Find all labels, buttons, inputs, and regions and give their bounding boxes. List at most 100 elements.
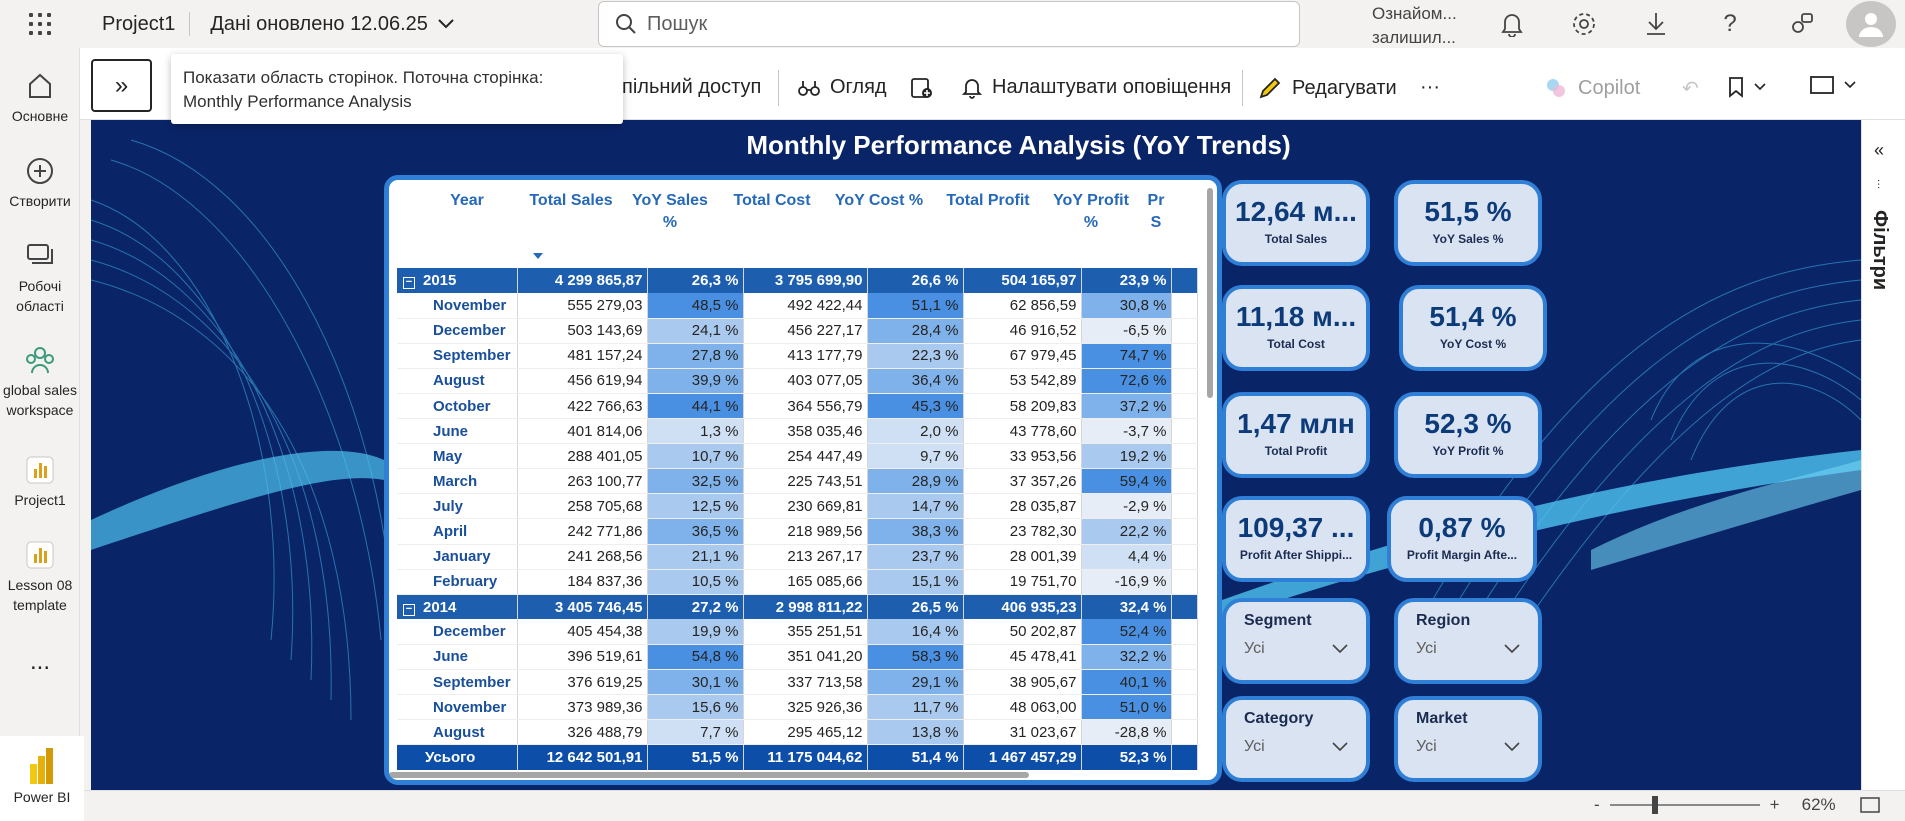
col-header-total-profit[interactable]: Total Profit xyxy=(931,190,1045,212)
chevron-down-icon xyxy=(1844,81,1856,89)
zoom-slider-thumb[interactable] xyxy=(1651,796,1658,814)
feedback-icon[interactable] xyxy=(1788,10,1816,38)
view-button[interactable] xyxy=(1810,76,1856,94)
year-row[interactable]: −2014 3 405 746,45 27,2 % 2 998 811,22 26,5 … xyxy=(397,594,1198,620)
search-input[interactable]: Пошук xyxy=(598,1,1300,47)
table-row[interactable]: September 376 619,25 30,1 % 337 713,58 29,1 … xyxy=(397,669,1198,696)
nav-workspaces[interactable]: Робочі області xyxy=(0,236,80,316)
download-icon[interactable] xyxy=(1642,10,1670,38)
table-cell: 48,5 % xyxy=(647,293,744,319)
table-cell-clipped xyxy=(1171,544,1198,570)
review-button[interactable]: Огляд xyxy=(798,76,887,99)
matrix-visual[interactable]: Year Total Sales YoY Sales % Total Cost … xyxy=(384,175,1222,785)
col-header-yoy-profit[interactable]: YoY Profit % xyxy=(1049,190,1133,234)
nav-global-sales-workspace[interactable]: global sales workspace xyxy=(0,340,80,420)
slicer-value: Усі xyxy=(1244,738,1265,755)
col-header-total-sales[interactable]: Total Sales xyxy=(517,190,625,212)
nav-home[interactable]: Основне xyxy=(0,66,80,126)
table-cell-clipped xyxy=(1171,569,1198,595)
edit-button[interactable]: Редагувати xyxy=(1258,76,1397,100)
slicer-dropdown[interactable]: Усі xyxy=(1244,738,1348,756)
slicer-dropdown[interactable]: Усі xyxy=(1416,738,1520,756)
col-header-profit-after-shipping[interactable]: Pr S xyxy=(1141,190,1171,234)
table-row[interactable]: January 241 268,56 21,1 % 213 267,17 23,7 % 2… xyxy=(397,544,1198,570)
share-button[interactable]: спільний доступ xyxy=(612,76,761,99)
help-icon[interactable]: ? xyxy=(1716,10,1744,38)
kpi-card-yoy-sales[interactable]: 51,5 % YoY Sales % xyxy=(1394,180,1542,266)
table-cell: -16,9 % xyxy=(1081,569,1172,595)
table-row[interactable]: December 405 454,38 19,9 % 355 251,51 16,4 %… xyxy=(397,619,1198,645)
app-name[interactable]: Project1 xyxy=(102,12,191,36)
subscribe-icon xyxy=(911,78,932,98)
slicer-category[interactable]: Category Усі xyxy=(1222,696,1370,782)
collapse-filters-icon[interactable]: « xyxy=(1874,140,1884,161)
table-row[interactable]: July 258 705,68 12,5 % 230 669,81 14,7 % 28 0… xyxy=(397,493,1198,520)
app-launcher-button[interactable] xyxy=(0,0,80,48)
nav-project1[interactable]: Project1 xyxy=(0,450,80,510)
table-row[interactable]: December 503 143,69 24,1 % 456 227,17 28,4 %… xyxy=(397,318,1198,344)
horizontal-scrollbar[interactable] xyxy=(389,772,1029,778)
avatar[interactable] xyxy=(1846,1,1896,47)
col-header-year[interactable]: Year xyxy=(417,190,517,212)
table-row[interactable]: March 263 100,77 32,5 % 225 743,51 28,9 % 37 … xyxy=(397,468,1198,495)
kpi-card-total-cost[interactable]: 11,18 м... Total Cost xyxy=(1222,285,1370,371)
table-row[interactable]: June 396 519,61 54,8 % 351 041,20 58,3 % 45 4… xyxy=(397,644,1198,671)
collapse-icon[interactable]: − xyxy=(403,277,415,290)
more-options-button[interactable]: ··· xyxy=(1420,76,1440,99)
left-navigation: Основне Створити Робочі області global s… xyxy=(0,48,80,821)
table-row[interactable]: June 401 814,06 1,3 % 358 035,46 2,0 % 43 778… xyxy=(397,418,1198,445)
copilot-button[interactable]: Copilot xyxy=(1544,76,1640,100)
fit-to-page-icon[interactable] xyxy=(1859,797,1880,813)
more-icon[interactable]: ... xyxy=(0,650,80,674)
slicer-segment[interactable]: Segment Усі xyxy=(1222,598,1370,684)
chevron-down-icon xyxy=(1504,742,1520,752)
zoom-out-button[interactable]: - xyxy=(1594,795,1600,815)
gear-icon[interactable] xyxy=(1570,10,1598,38)
kpi-card-total-sales[interactable]: 12,64 м... Total Sales xyxy=(1222,180,1370,266)
collapse-icon[interactable]: − xyxy=(403,603,415,616)
table-row[interactable]: August 326 488,79 7,7 % 295 465,12 13,8 % 31 … xyxy=(397,719,1198,746)
nav-create[interactable]: Створити xyxy=(0,151,80,211)
reset-icon[interactable]: ↶ xyxy=(1682,76,1699,101)
refresh-status-dropdown[interactable]: Дані оновлено 12.06.25 xyxy=(210,13,454,36)
slicer-dropdown[interactable]: Усі xyxy=(1244,640,1348,658)
slicer-market[interactable]: Market Усі xyxy=(1394,696,1542,782)
table-row[interactable]: September 481 157,24 27,8 % 413 177,79 22,3 … xyxy=(397,343,1198,369)
bell-icon xyxy=(962,78,982,99)
zoom-in-button[interactable]: + xyxy=(1770,795,1780,815)
kpi-card-profit-margin[interactable]: 0,87 % Profit Margin Afte... xyxy=(1387,496,1537,582)
table-cell: 11,7 % xyxy=(867,694,964,721)
col-header-total-cost[interactable]: Total Cost xyxy=(713,190,831,212)
table-row[interactable]: August 456 619,94 39,9 % 403 077,05 36,4 % 53… xyxy=(397,368,1198,394)
bell-icon[interactable] xyxy=(1498,10,1526,38)
power-bi-brand[interactable]: Power BI xyxy=(0,736,84,821)
table-row[interactable]: November 555 279,03 48,5 % 492 422,44 51,1 %… xyxy=(397,293,1198,319)
table-row[interactable]: May 288 401,05 10,7 % 254 447,49 9,7 % 33 953… xyxy=(397,443,1198,470)
vertical-scrollbar[interactable] xyxy=(1207,188,1213,398)
col-header-yoy-sales[interactable]: YoY Sales % xyxy=(629,190,711,234)
filters-pane[interactable]: « ⫶ Фільтри xyxy=(1861,120,1905,790)
trial-line1: Ознайом... xyxy=(1372,4,1457,23)
table-cell-clipped xyxy=(1171,318,1198,344)
col-header-yoy-cost[interactable]: YoY Cost % xyxy=(831,190,927,212)
nav-lesson08-template[interactable]: Lesson 08 template xyxy=(0,535,80,615)
zoom-slider[interactable] xyxy=(1609,796,1760,814)
trial-status[interactable]: Ознайом... залишил... xyxy=(1372,2,1457,50)
bookmark-button[interactable] xyxy=(1728,76,1766,98)
table-row[interactable]: April 242 771,86 36,5 % 218 989,56 38,3 % 23 … xyxy=(397,518,1198,545)
kpi-card-yoy-cost[interactable]: 51,4 % YoY Cost % xyxy=(1399,285,1547,371)
subscribe-button[interactable] xyxy=(910,76,934,100)
table-row[interactable]: February 184 837,36 10,5 % 165 085,66 15,1 %… xyxy=(397,569,1198,595)
set-alert-button[interactable]: Налаштувати оповіщення xyxy=(962,76,1231,99)
kpi-card-profit-after-shipping[interactable]: 109,37 ... Profit After Shippi... xyxy=(1222,496,1370,582)
slicer-dropdown[interactable]: Усі xyxy=(1416,640,1520,658)
table-row[interactable]: November 373 989,36 15,6 % 325 926,36 11,7 %… xyxy=(397,694,1198,721)
table-cell: 396 519,61 xyxy=(517,644,648,671)
kpi-card-total-profit[interactable]: 1,47 млн Total Profit xyxy=(1222,392,1370,478)
table-cell: 26,6 % xyxy=(867,268,964,294)
year-row[interactable]: −2015 4 299 865,87 26,3 % 3 795 699,90 26,6 … xyxy=(397,268,1198,294)
expand-pages-button[interactable]: » xyxy=(91,59,152,112)
kpi-card-yoy-profit[interactable]: 52,3 % YoY Profit % xyxy=(1394,392,1542,478)
table-row[interactable]: October 422 766,63 44,1 % 364 556,79 45,3 % 5… xyxy=(397,393,1198,420)
slicer-region[interactable]: Region Усі xyxy=(1394,598,1542,684)
